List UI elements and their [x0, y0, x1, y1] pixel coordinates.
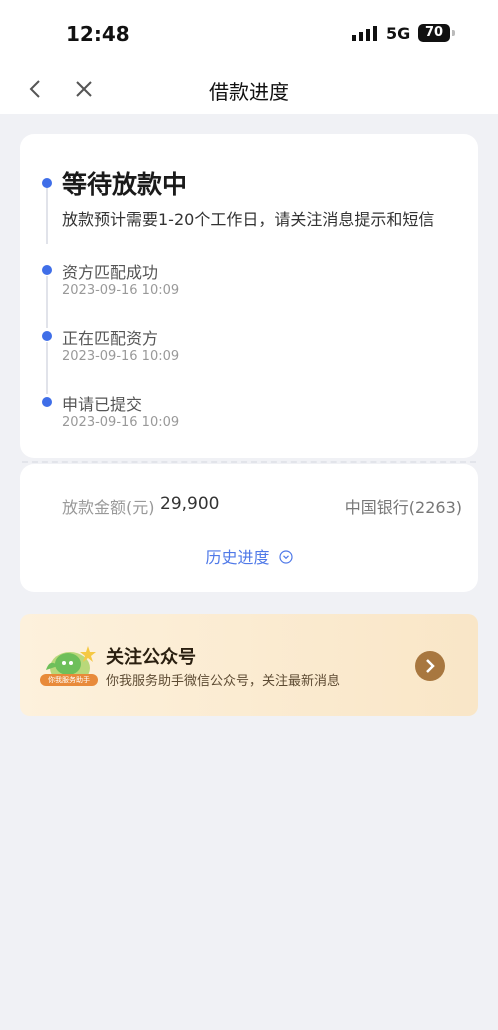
timeline-line [46, 342, 48, 394]
network-type: 5G [386, 24, 411, 43]
bank-account: 中国银行(2263) [344, 498, 462, 517]
battery-icon: 70 [418, 24, 450, 42]
loan-info-card [20, 464, 478, 592]
banner-badge: 你我服务助手 [40, 674, 98, 686]
timeline-line [46, 276, 48, 328]
history-progress-label: 历史进度 [205, 548, 270, 567]
history-progress-link[interactable]: 历史进度 [0, 544, 498, 568]
current-step-title: 等待放款中 [62, 170, 188, 199]
timeline-line [46, 186, 48, 244]
chevron-right-circle-icon[interactable] [415, 651, 445, 681]
timeline-dot [42, 331, 52, 341]
amount-label: 放款金额(元) [62, 498, 155, 517]
timeline-dot [42, 397, 52, 407]
step-title: 资方匹配成功 [62, 263, 159, 282]
amount-value: 29,900 [160, 494, 220, 514]
cellular-signal-icon [352, 26, 377, 41]
step-title: 申请已提交 [62, 395, 143, 414]
step-time: 2023-09-16 10:09 [62, 283, 180, 298]
current-step-desc: 放款预计需要1-20个工作日，请关注消息提示和短信 [62, 210, 435, 229]
battery-tip [452, 30, 455, 36]
card-divider [22, 461, 476, 463]
status-bar: 12:48 5G 70 [0, 0, 498, 66]
step-time: 2023-09-16 10:09 [62, 349, 180, 364]
status-time: 12:48 [66, 22, 130, 46]
banner-desc: 你我服务助手微信公众号，关注最新消息 [106, 674, 341, 689]
page-title: 借款进度 [209, 80, 289, 104]
timeline-dot [42, 265, 52, 275]
step-title: 正在匹配资方 [62, 329, 159, 348]
timeline-dot-current [42, 178, 52, 188]
chevron-down-circle-icon [278, 550, 293, 564]
banner-title: 关注公众号 [106, 647, 196, 668]
nav-bar: 借款进度 [0, 66, 498, 114]
step-time: 2023-09-16 10:09 [62, 415, 180, 430]
